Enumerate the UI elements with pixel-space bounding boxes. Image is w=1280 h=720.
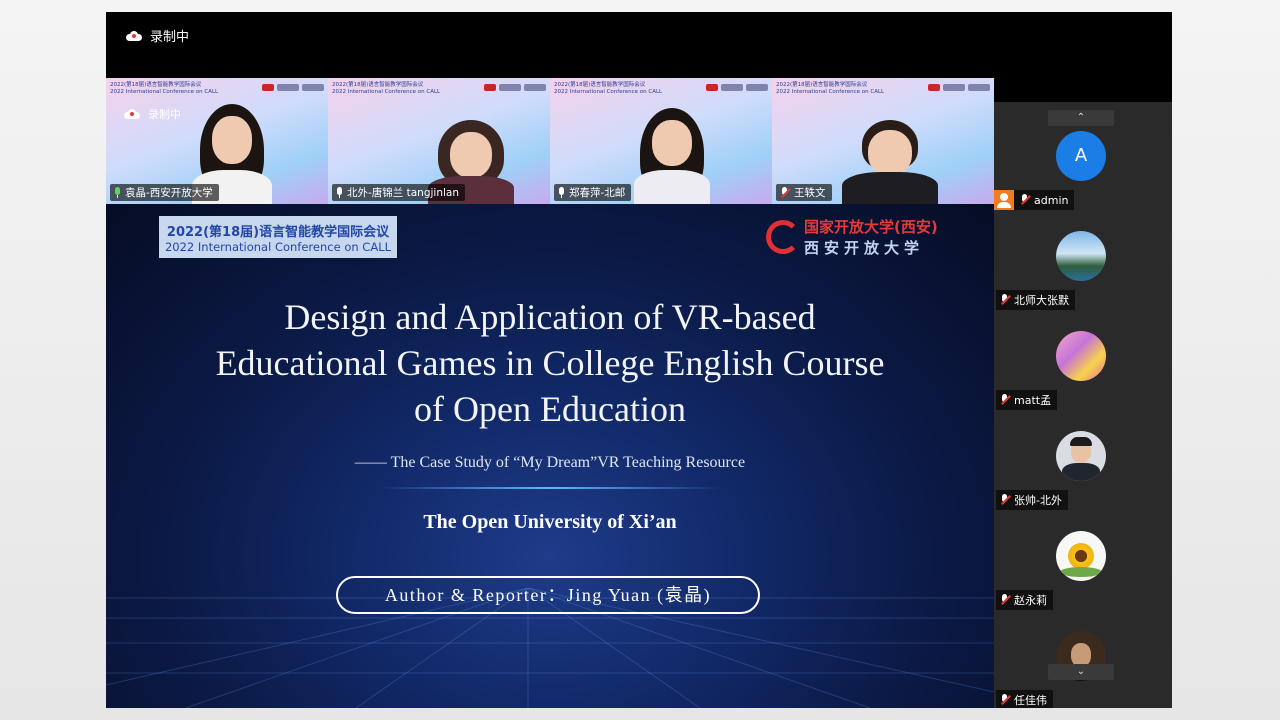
divider-glow [380, 487, 720, 489]
mic-icon [558, 187, 565, 198]
scroll-down-button[interactable]: ⌄ [1048, 664, 1114, 680]
conference-name-en: 2022 International Conference on CALL [164, 240, 392, 254]
participant-name-label: 张帅-北外 [996, 490, 1068, 510]
participant-name-label: matt孟 [996, 390, 1058, 410]
avatar [1056, 431, 1106, 481]
speaker-tile[interactable]: 2022(第18届)语言智能教学国际会议 2022 International … [328, 78, 550, 204]
speaker-name-label: 王轶文 [776, 184, 832, 201]
university-name-1: 国家开放大学(西安) [804, 218, 938, 236]
partner-logos [928, 84, 990, 91]
participant-name-label: 赵永莉 [996, 590, 1053, 610]
avatar [1056, 531, 1106, 581]
mic-icon [336, 187, 343, 198]
cloud-record-icon [124, 109, 140, 119]
top-bar: 录制中 [106, 12, 1172, 78]
mic-muted-icon [1020, 194, 1030, 206]
speaker-name-label: 郑春萍-北邮 [554, 184, 632, 201]
recording-overlay: 录制中 [124, 106, 181, 122]
slide-institution: The Open University of Xi’an [423, 511, 677, 533]
speaker-tile[interactable]: 2022(第18届)语言智能教学国际会议 2022 International … [106, 78, 328, 204]
participant-item[interactable]: matt孟 [994, 324, 1172, 424]
mic-active-icon [114, 187, 121, 198]
shared-slide: 2022(第18届)语言智能教学国际会议 2022 International … [106, 204, 994, 708]
video-person [842, 120, 938, 204]
slide-author-pill: Author & Reporter：Jing Yuan (袁晶) [336, 576, 760, 614]
video-person [634, 108, 710, 204]
slide-subtitle: —— The Case Study of “My Dream”VR Teachi… [354, 454, 746, 471]
participant-item[interactable]: 北师大张默 [994, 224, 1172, 324]
speaker-tile[interactable]: 2022(第18届)语言智能教学国际会议 2022 International … [772, 78, 994, 204]
tile-banner: 2022(第18届)语言智能教学国际会议 2022 International … [776, 82, 990, 98]
conference-badge: 2022(第18届)语言智能教学国际会议 2022 International … [159, 216, 397, 258]
university-emblem-icon [766, 220, 800, 254]
partner-logos [706, 84, 768, 91]
mic-muted-icon [1000, 494, 1010, 506]
avatar: A [1056, 131, 1106, 181]
participant-item[interactable]: A admin [994, 124, 1172, 224]
participant-item[interactable]: 赵永莉 [994, 524, 1172, 624]
partner-logos [484, 84, 546, 91]
mic-muted-icon [1000, 394, 1010, 406]
recording-indicator[interactable]: 录制中 [126, 26, 189, 45]
tile-banner: 2022(第18届)语言智能教学国际会议 2022 International … [332, 82, 546, 98]
mic-muted-icon [780, 186, 790, 199]
avatar [1056, 231, 1106, 281]
participant-item[interactable]: 张帅-北外 [994, 424, 1172, 524]
recording-label: 录制中 [150, 30, 190, 45]
mic-muted-icon [1000, 594, 1010, 606]
meeting-window: 录制中 2022(第18届)语言智能教学国际会议 2022 Internatio… [106, 12, 1172, 708]
speaker-name-label: 北外-唐锦兰 tangjinlan [332, 184, 465, 201]
participant-name-label: 任佳伟 [996, 690, 1053, 708]
participant-sidebar[interactable]: ⌃ A admin 北师大张默 matt孟 张帅-北外 赵永莉 任佳伟 ⌄ [994, 102, 1172, 708]
participant-name-label: 北师大张默 [996, 290, 1075, 310]
mic-muted-icon [1000, 694, 1010, 706]
participant-name-label: admin [994, 190, 1075, 210]
host-icon [994, 190, 1014, 210]
tile-banner: 2022(第18届)语言智能教学国际会议 2022 International … [110, 82, 324, 98]
mic-muted-icon [1000, 294, 1010, 306]
conference-name-cn: 2022(第18届)语言智能教学国际会议 [166, 225, 390, 240]
cloud-record-icon [126, 30, 142, 41]
avatar [1056, 331, 1106, 381]
university-name-2: 西安开放大学 [804, 239, 925, 257]
speaker-strip: 2022(第18届)语言智能教学国际会议 2022 International … [106, 78, 994, 204]
university-logo: 国家开放大学(西安) 西安开放大学 [766, 216, 938, 258]
slide-title: Design and Application of VR-based Educa… [215, 297, 885, 429]
speaker-tile[interactable]: 2022(第18届)语言智能教学国际会议 2022 International … [550, 78, 772, 204]
tile-banner: 2022(第18届)语言智能教学国际会议 2022 International … [554, 82, 768, 98]
partner-logos [262, 84, 324, 91]
speaker-name-label: 袁晶-西安开放大学 [110, 184, 219, 201]
